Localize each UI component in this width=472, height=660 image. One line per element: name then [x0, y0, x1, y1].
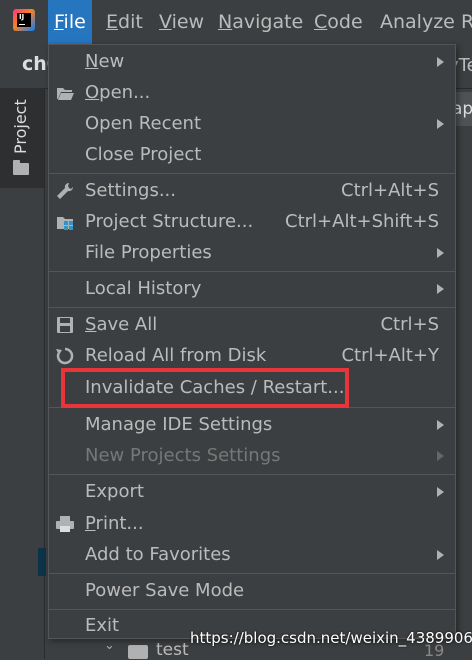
menu-item-close-project[interactable]: Close Project	[49, 140, 455, 170]
menu-item-label: Open Recent	[85, 113, 202, 134]
menu-separator	[49, 573, 455, 574]
menu-item-save-all[interactable]: Save All Ctrl+S	[49, 310, 455, 340]
menu-item-label: Project Structure...	[85, 211, 254, 232]
shortcut-label: Ctrl+S	[380, 314, 439, 335]
menu-item-invalidate-caches[interactable]: Invalidate Caches / Restart...	[49, 373, 455, 403]
folder-open-icon	[57, 88, 74, 100]
menu-refactor[interactable]: R	[461, 0, 472, 44]
menu-item-label: Reload All from Disk	[85, 345, 267, 366]
wrench-icon	[57, 182, 74, 199]
submenu-arrow-icon	[437, 550, 444, 560]
menu-item-label: Power Save Mode	[85, 580, 245, 601]
project-structure-icon	[57, 217, 73, 230]
menu-item-label: Settings...	[85, 180, 176, 201]
shortcut-label: Ctrl+Alt+Shift+S	[285, 211, 439, 232]
submenu-arrow-icon	[437, 420, 444, 430]
menu-item-reload-all[interactable]: Reload All from Disk Ctrl+Alt+Y	[49, 341, 455, 371]
menu-item-add-to-favorites[interactable]: Add to Favorites	[49, 540, 455, 570]
intellij-logo-icon[interactable]: IJ	[13, 9, 35, 31]
submenu-arrow-icon	[437, 57, 444, 67]
menu-navigate[interactable]: Navigate	[218, 0, 303, 44]
menu-item-export[interactable]: Export	[49, 477, 455, 507]
menu-separator	[49, 307, 455, 308]
folder-icon	[128, 645, 148, 659]
menu-item-open-recent[interactable]: Open Recent	[49, 109, 455, 139]
printer-icon	[56, 516, 74, 532]
submenu-arrow-icon	[437, 487, 444, 497]
menu-item-local-history[interactable]: Local History	[49, 274, 455, 304]
menu-item-label: Add to Favorites	[85, 544, 231, 565]
menu-separator	[49, 407, 455, 408]
menu-item-new-projects-settings: New Projects Settings	[49, 441, 455, 471]
menu-item-label: Close Project	[85, 144, 202, 165]
menu-item-settings[interactable]: Settings... Ctrl+Alt+S	[49, 176, 455, 206]
menu-item-label: New	[85, 51, 125, 72]
file-menu-dropdown: New Open... Open Recent Close Project Se…	[48, 44, 456, 639]
menu-view[interactable]: View	[159, 0, 204, 44]
menu-separator	[49, 474, 455, 475]
menu-item-label: Invalidate Caches / Restart...	[85, 377, 345, 398]
menu-item-open[interactable]: Open...	[49, 78, 455, 108]
menu-separator	[49, 173, 455, 174]
menu-item-file-properties[interactable]: File Properties	[49, 238, 455, 268]
folder-icon	[13, 160, 29, 175]
menu-item-label: Export	[85, 481, 144, 502]
tree-item-label: test	[156, 640, 189, 660]
menu-code[interactable]: Code	[314, 0, 363, 44]
menu-item-project-structure[interactable]: Project Structure... Ctrl+Alt+Shift+S	[49, 207, 455, 237]
submenu-arrow-icon	[437, 119, 444, 129]
menu-item-label: Local History	[85, 278, 202, 299]
project-tool-tab[interactable]: Project	[0, 88, 44, 188]
shortcut-label: Ctrl+Alt+Y	[341, 345, 439, 366]
save-icon	[57, 317, 73, 333]
chevron-down-icon[interactable]: ⌄	[104, 639, 118, 653]
menu-item-print[interactable]: Print...	[49, 509, 455, 539]
menu-edit[interactable]: Edit	[106, 0, 143, 44]
logo-text: IJ	[19, 13, 25, 21]
menu-item-manage-ide-settings[interactable]: Manage IDE Settings	[49, 410, 455, 440]
watermark-text: https://blog.csdn.net/weixin_43899069	[190, 629, 472, 647]
menu-item-label: Exit	[85, 615, 120, 636]
menu-item-label: Print...	[85, 513, 144, 534]
selection-marker	[38, 548, 46, 576]
menu-item-label: Open...	[85, 82, 151, 103]
menu-item-power-save-mode[interactable]: Power Save Mode	[49, 576, 455, 606]
menu-item-label: File Properties	[85, 242, 212, 263]
menu-item-label: Manage IDE Settings	[85, 414, 273, 435]
shortcut-label: Ctrl+Alt+S	[341, 180, 439, 201]
menu-item-label: New Projects Settings	[85, 445, 281, 466]
submenu-arrow-icon	[437, 248, 444, 258]
project-tab-label: Project	[11, 99, 30, 154]
menu-separator	[49, 271, 455, 272]
menu-file[interactable]: File	[48, 0, 92, 44]
menu-separator	[49, 609, 455, 610]
menu-item-new[interactable]: New	[49, 47, 455, 77]
submenu-arrow-icon	[437, 284, 444, 294]
submenu-arrow-icon	[437, 451, 444, 461]
menu-bar: IJ File Edit View Navigate Code Analyze …	[0, 0, 472, 45]
menu-item-label: Save All	[85, 314, 158, 335]
menu-analyze[interactable]: Analyze	[380, 0, 455, 44]
reload-icon	[56, 347, 74, 365]
